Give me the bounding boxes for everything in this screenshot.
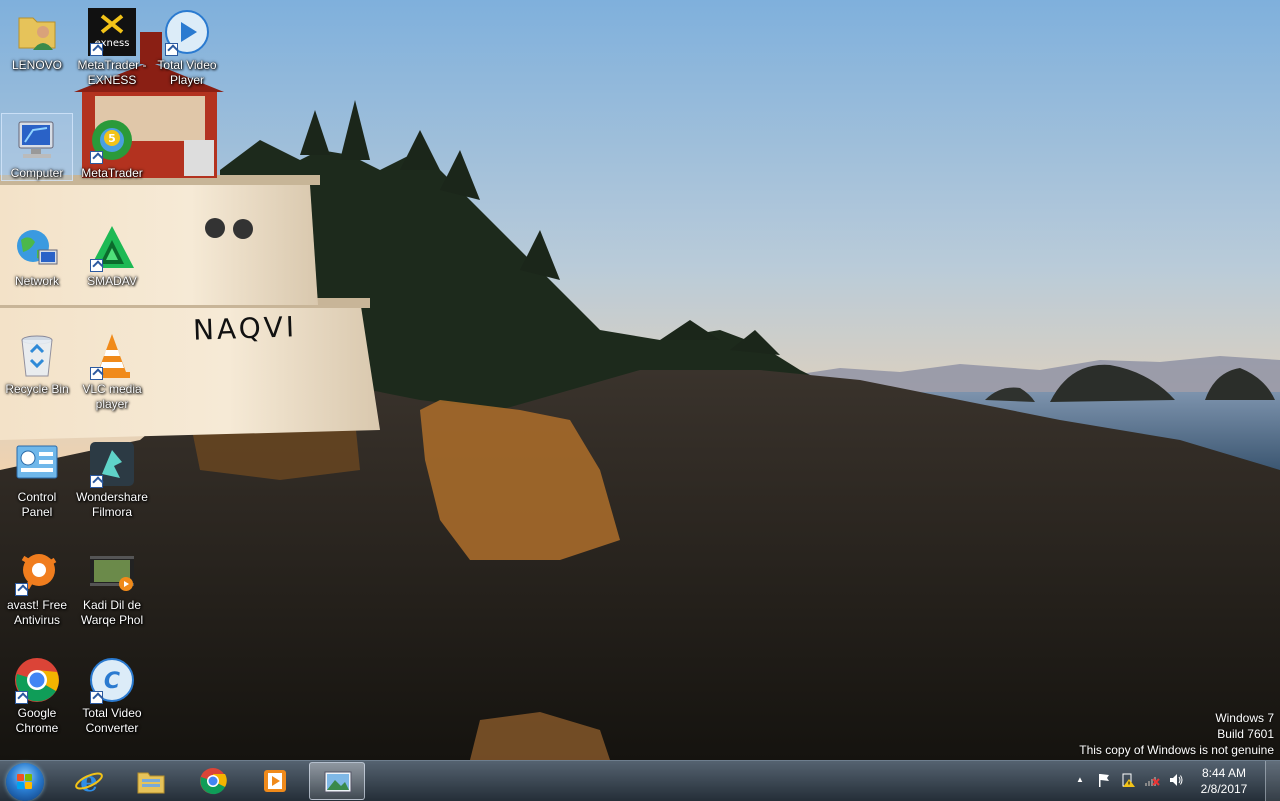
ie-icon: e	[74, 765, 104, 798]
desktop-icon-network[interactable]: Network	[0, 220, 74, 320]
photo-viewer-icon	[323, 768, 353, 796]
play-icon	[163, 8, 211, 56]
desktop-icon-metatrader[interactable]: 5 MetaTrader	[75, 112, 149, 212]
desktop-icon-vlc[interactable]: VLC media player	[75, 328, 149, 428]
desktop-icon-total-video-player[interactable]: Total Video Player	[150, 4, 224, 104]
watermark-os: Windows 7	[1215, 711, 1274, 725]
desktop-icon-label: Computer	[10, 166, 64, 180]
chrome-icon	[13, 656, 61, 704]
taskbar-google-chrome[interactable]	[185, 762, 241, 800]
shortcut-arrow-icon	[90, 151, 103, 164]
vlc-cone-icon	[88, 332, 136, 380]
metatrader-icon: 5	[88, 116, 136, 164]
taskbar-internet-explorer[interactable]: e	[61, 762, 117, 800]
computer-icon	[13, 116, 61, 164]
svg-text:5: 5	[108, 132, 116, 145]
show-desktop-button[interactable]	[1265, 761, 1280, 801]
shortcut-arrow-icon	[165, 43, 178, 56]
desktop-icon-smadav[interactable]: SMADAV	[75, 220, 149, 320]
taskbar-media-player[interactable]	[247, 762, 303, 800]
desktop-icon-label: Control Panel	[17, 490, 57, 519]
show-hidden-icons-button[interactable]: ▲	[1072, 772, 1088, 788]
control-panel-icon	[13, 440, 61, 488]
windows-genuine-watermark: Windows 7 Build 7601 This copy of Window…	[1079, 710, 1274, 758]
avast-icon	[13, 548, 61, 596]
desktop-icon-kadi-dil-de-warqe-phol[interactable]: Kadi Dil de Warqe Phol	[75, 544, 149, 644]
desktop-icon-label: Kadi Dil de Warqe Phol	[80, 598, 144, 627]
video-file-icon	[88, 548, 136, 596]
recycle-bin-icon	[13, 332, 61, 380]
media-player-icon	[260, 767, 290, 795]
desktop-icon-label: MetaTrader - EXNESS	[77, 58, 147, 87]
system-tray: ▲ 8:44 AM 2/8/2017	[1070, 761, 1280, 801]
chrome-icon	[198, 767, 228, 795]
power-warning-icon[interactable]	[1120, 772, 1136, 788]
network-status-icon[interactable]	[1144, 772, 1160, 788]
clock-date: 2/8/2017	[1200, 782, 1248, 796]
converter-icon: C	[88, 656, 136, 704]
desktop-icon-google-chrome[interactable]: Google Chrome	[0, 652, 74, 752]
desktop-icon-label: VLC media player	[82, 382, 142, 411]
wallpaper-scene	[0, 0, 1280, 760]
desktop-icon-label: Total Video Converter	[82, 706, 142, 735]
desktop-icon-control-panel[interactable]: Control Panel	[0, 436, 74, 536]
start-button[interactable]	[6, 763, 44, 801]
watermark-genuine-notice: This copy of Windows is not genuine	[1079, 743, 1274, 757]
desktop-icon-label: Wondershare Filmora	[76, 490, 148, 519]
shortcut-arrow-icon	[15, 583, 28, 596]
desktop-icon-computer[interactable]: Computer	[1, 113, 73, 181]
shortcut-arrow-icon	[90, 367, 103, 380]
desktop-icon-recycle-bin[interactable]: Recycle Bin	[0, 328, 74, 428]
desktop-icon-label: MetaTrader	[81, 166, 143, 180]
desktop-icon-label: Google Chrome	[15, 706, 59, 735]
taskbar-windows-explorer[interactable]	[123, 762, 179, 800]
desktop-icon-filmora[interactable]: Wondershare Filmora	[75, 436, 149, 536]
taskbar-photo-viewer[interactable]	[309, 762, 365, 800]
exness-icon: exness	[88, 8, 136, 56]
network-icon	[13, 224, 61, 272]
clock-time: 8:44 AM	[1201, 766, 1247, 780]
shortcut-arrow-icon	[90, 259, 103, 272]
desktop-wallpaper: NAQVI	[0, 0, 1280, 760]
lighthouse-porthole	[233, 219, 253, 239]
windows-logo-icon	[17, 774, 33, 790]
desktop-icon-metatrader-exness[interactable]: exness MetaTrader - EXNESS	[75, 4, 149, 104]
lighthouse-porthole	[205, 218, 225, 238]
desktop-icon-label: LENOVO	[11, 58, 62, 72]
shortcut-arrow-icon	[90, 43, 103, 56]
lantern-door	[184, 140, 214, 176]
folder-icon	[136, 767, 166, 795]
volume-icon[interactable]	[1168, 772, 1184, 788]
desktop-icon-label: SMADAV	[87, 274, 137, 288]
clock[interactable]: 8:44 AM 2/8/2017	[1194, 765, 1254, 797]
filmora-icon	[88, 440, 136, 488]
desktop-icon-total-video-converter[interactable]: C Total Video Converter	[75, 652, 149, 752]
desktop-icon-label: Recycle Bin	[5, 382, 69, 396]
svg-text:C: C	[104, 669, 120, 694]
wallpaper-graffiti-text: NAQVI	[192, 310, 298, 347]
shortcut-arrow-icon	[90, 475, 103, 488]
watermark-build: Build 7601	[1217, 727, 1274, 741]
desktop-icon-avast[interactable]: avast! Free Antivirus	[0, 544, 74, 644]
shortcut-arrow-icon	[90, 691, 103, 704]
desktop-icon-lenovo[interactable]: LENOVO	[0, 4, 74, 104]
action-center-flag-icon[interactable]	[1096, 772, 1112, 788]
svg-text:e: e	[80, 767, 98, 795]
user-folder-icon	[13, 8, 61, 56]
taskbar: e ▲ 8:44 AM 2/8/2017	[0, 760, 1280, 801]
desktop-icon-label: Network	[14, 274, 59, 288]
desktop-icon-label: avast! Free Antivirus	[6, 598, 68, 627]
desktop-icon-label: Total Video Player	[157, 58, 217, 87]
smadav-icon	[88, 224, 136, 272]
shortcut-arrow-icon	[15, 691, 28, 704]
